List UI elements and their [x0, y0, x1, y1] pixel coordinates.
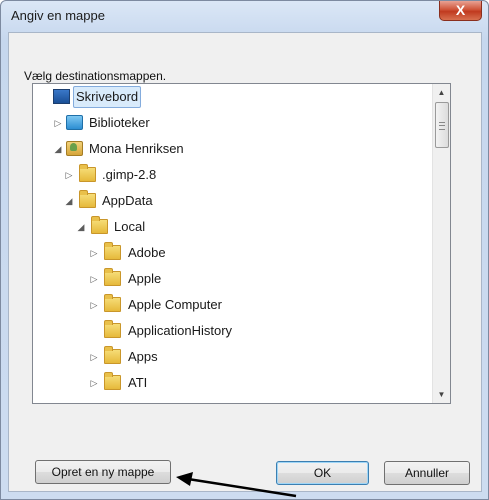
- close-button[interactable]: X: [439, 1, 482, 21]
- cancel-button[interactable]: Annuller: [384, 461, 470, 485]
- folder-icon: [79, 164, 96, 182]
- folder-icon: [104, 294, 121, 312]
- tree-item-label: Mona Henriksen: [89, 141, 184, 156]
- tree-item-label: Biblioteker: [89, 115, 150, 130]
- tree-item-label: .gimp-2.8: [102, 167, 157, 182]
- expand-icon[interactable]: ▷: [89, 240, 99, 266]
- instruction-text: Vælg destinationsmappen.: [24, 69, 167, 83]
- tree-item-adobe[interactable]: ▷ Adobe: [33, 240, 433, 266]
- tree-item-skrivebord[interactable]: Skrivebord: [33, 84, 433, 110]
- expand-icon[interactable]: ▷: [89, 292, 99, 318]
- folder-icon: [104, 346, 121, 364]
- vertical-scrollbar[interactable]: ▲ ▼: [432, 84, 450, 403]
- tree-item-label: Adobe: [128, 245, 166, 260]
- grip-icon: [439, 122, 445, 130]
- collapse-icon[interactable]: ◢: [53, 136, 63, 162]
- tree-item-label: ApplicationHistory: [128, 323, 233, 338]
- tree-item-appdata[interactable]: ◢ AppData: [33, 188, 433, 214]
- tree-item-applicationhistory[interactable]: ApplicationHistory: [33, 318, 433, 344]
- expand-icon[interactable]: ▷: [89, 370, 99, 396]
- new-folder-button[interactable]: Opret en ny mappe: [35, 460, 171, 484]
- tree-item-mona-henriksen[interactable]: ◢ Mona Henriksen: [33, 136, 433, 162]
- tree-item-apps[interactable]: ▷ Apps: [33, 344, 433, 370]
- tree-item-ati[interactable]: ▷ ATI: [33, 370, 433, 396]
- scroll-up-arrow-icon[interactable]: ▲: [433, 84, 450, 101]
- expand-icon[interactable]: ▷: [89, 266, 99, 292]
- folder-icon: [104, 242, 121, 260]
- tree-item-local[interactable]: ◢ Local: [33, 214, 433, 240]
- folder-icon: [104, 372, 121, 390]
- tree-item-biblioteker[interactable]: ▷ Biblioteker: [33, 110, 433, 136]
- dialog-title: Angiv en mappe: [11, 8, 105, 23]
- tree-item-label: Local: [114, 219, 146, 234]
- tree-item-label: Apple: [128, 271, 162, 286]
- expand-icon[interactable]: ▷: [89, 344, 99, 370]
- tree-item-apple[interactable]: ▷ Apple: [33, 266, 433, 292]
- title-bar[interactable]: Angiv en mappe X: [1, 1, 488, 33]
- tree-item-apple-computer[interactable]: ▷ Apple Computer: [33, 292, 433, 318]
- tree-item-label: ATI: [128, 375, 148, 390]
- scroll-down-arrow-icon[interactable]: ▼: [433, 386, 450, 403]
- tree-item-label: Skrivebord: [73, 86, 142, 108]
- folder-icon: [91, 216, 108, 234]
- collapse-icon[interactable]: ◢: [76, 214, 86, 240]
- user-folder-icon: [66, 141, 83, 156]
- desktop-icon: [53, 89, 70, 104]
- folder-icon: [104, 268, 121, 286]
- library-icon: [66, 115, 83, 130]
- folder-tree[interactable]: Skrivebord ▷ Biblioteker ◢ Mona Henrikse…: [32, 83, 451, 404]
- expand-icon[interactable]: ▷: [53, 110, 63, 136]
- tree-item-label: AppData: [102, 193, 153, 208]
- folder-icon: [104, 320, 121, 338]
- tree-item-label: Apple Computer: [128, 297, 222, 312]
- collapse-icon[interactable]: ◢: [64, 188, 74, 214]
- tree-item-gimp[interactable]: ▷ .gimp-2.8: [33, 162, 433, 188]
- folder-icon: [79, 190, 96, 208]
- expand-icon[interactable]: ▷: [64, 162, 74, 188]
- tree-item-label: Apps: [128, 349, 158, 364]
- ok-button[interactable]: OK: [276, 461, 369, 485]
- scrollbar-thumb[interactable]: [435, 102, 449, 148]
